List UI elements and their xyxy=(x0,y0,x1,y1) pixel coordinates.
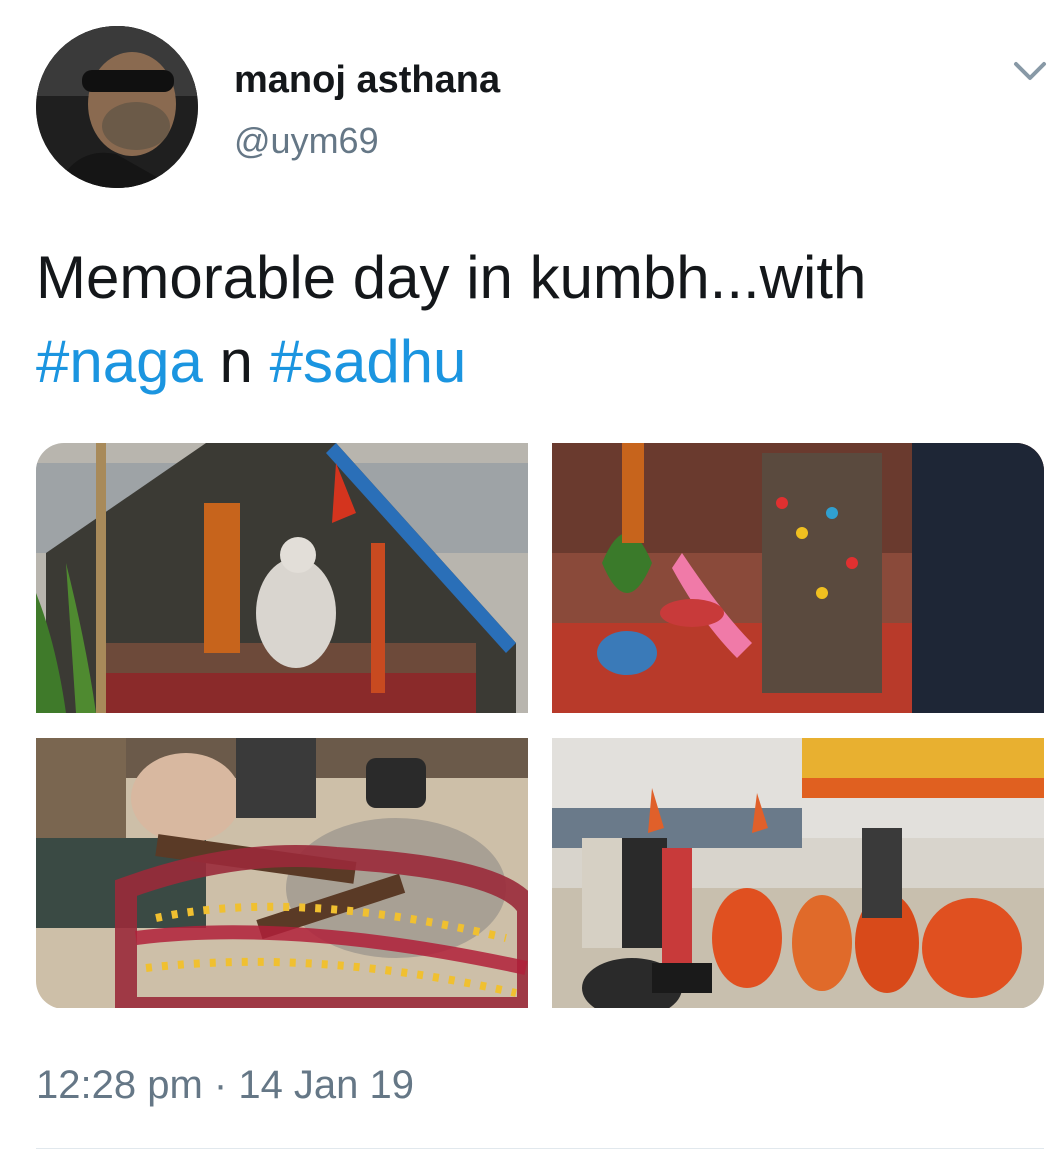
timestamp-date: 14 Jan 19 xyxy=(238,1063,415,1107)
author-display-name[interactable]: manoj asthana xyxy=(234,56,500,104)
tweet-photo-4[interactable] xyxy=(552,738,1044,1008)
timestamp-time: 12:28 pm xyxy=(36,1063,203,1107)
tweet-photo-1[interactable] xyxy=(36,443,528,713)
chevron-down-icon[interactable] xyxy=(1010,56,1049,86)
timestamp-separator: · xyxy=(202,1063,239,1107)
tweet-text-part: n xyxy=(202,328,270,395)
tweet-timestamp[interactable]: 12:28 pm · 14 Jan 19 xyxy=(36,1060,414,1110)
avatar[interactable] xyxy=(36,26,198,188)
tweet-text: Memorable day in kumbh...with #naga n #s… xyxy=(36,236,1026,404)
tweet-photo-2[interactable] xyxy=(552,443,1044,713)
tweet-text-part: Memorable day in kumbh...with xyxy=(36,244,867,311)
tweet-photo-3[interactable] xyxy=(36,738,528,1008)
author-handle[interactable]: @uym69 xyxy=(234,118,379,164)
divider xyxy=(36,1148,1044,1149)
hashtag-naga-link[interactable]: #naga xyxy=(36,328,203,395)
photo-grid xyxy=(36,443,1044,1009)
hashtag-sadhu-link[interactable]: #sadhu xyxy=(270,328,467,395)
